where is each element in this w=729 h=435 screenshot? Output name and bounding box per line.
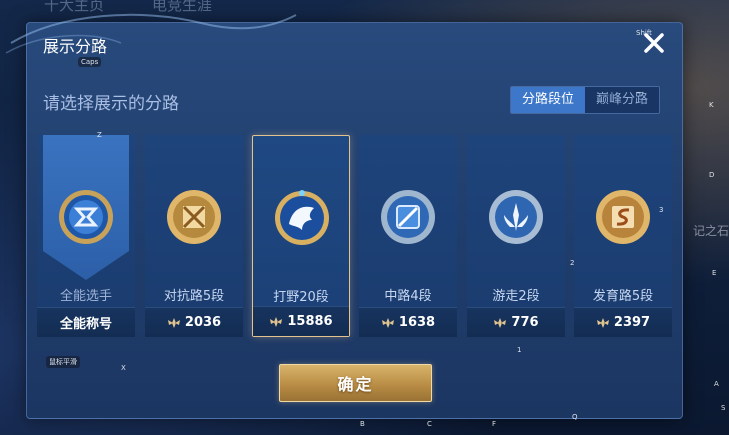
rank-wings-icon	[381, 317, 394, 328]
lane-card-clash[interactable]: 对抗路5段 2036	[145, 135, 243, 337]
hotkey-label-two: 2	[570, 259, 575, 267]
mid-lane-emblem-icon	[381, 190, 435, 244]
hotkey-label-s: S	[721, 404, 726, 412]
card-role-name: 发育路5段	[592, 289, 654, 304]
background-tab-esports: 电竞生涯	[152, 0, 213, 14]
farm-lane-emblem-icon	[596, 190, 650, 244]
hotkey-label-caps: Caps	[78, 57, 102, 67]
lane-card-farm[interactable]: 发育路5段 2397	[574, 135, 672, 337]
card-stat-value: 2036	[184, 315, 222, 330]
jungle-emblem-icon	[275, 190, 329, 245]
hotkey-label-one: 1	[517, 346, 522, 354]
card-role-name: 打野20段	[273, 290, 329, 305]
lane-card-jungle[interactable]: 打野20段 15886	[252, 135, 350, 337]
card-stat-bar: 2036	[145, 307, 243, 337]
card-stat-value: 15886	[287, 314, 333, 329]
hotkey-label-q: Q	[572, 413, 578, 421]
lane-card-all-round[interactable]: 全能选手 全能称号	[37, 135, 135, 337]
card-stat-bar: 1638	[359, 307, 457, 337]
roam-emblem-icon	[489, 190, 543, 244]
rank-wings-icon	[596, 317, 609, 328]
clash-lane-emblem-icon	[167, 190, 221, 244]
card-role-name: 游走2段	[492, 289, 540, 304]
all-round-emblem-icon	[59, 190, 113, 244]
card-stat-bar: 15886	[253, 306, 349, 336]
rank-wings-icon	[167, 317, 180, 328]
card-stat-value: 全能称号	[59, 317, 112, 332]
lane-card-roam[interactable]: 游走2段 776	[467, 135, 565, 337]
hotkey-label-shift: Shift	[636, 29, 652, 37]
card-stat-bar: 776	[467, 307, 565, 337]
hotkey-label-feature: 鼠标平滑	[46, 356, 80, 368]
hotkey-label-three: 3	[659, 206, 664, 214]
tab-peak-lane[interactable]: 巅峰分路	[584, 87, 659, 113]
display-lane-dialog: 展示分路 请选择展示的分路 分路段位 巅峰分路 全能选手 全能称号 对抗路5段 …	[5, 13, 683, 419]
hotkey-label-c: C	[427, 420, 432, 428]
card-role-name: 对抗路5段	[163, 289, 225, 304]
card-stat-value: 2397	[613, 315, 651, 330]
card-stat-bar: 全能称号	[37, 307, 135, 337]
rank-wings-icon	[494, 317, 507, 328]
rank-wings-icon	[270, 316, 283, 327]
dialog-title: 展示分路	[43, 37, 108, 56]
lane-prompt: 请选择展示的分路	[43, 94, 179, 114]
card-role-name: 中路4段	[384, 289, 432, 304]
hotkey-label-k: K	[709, 101, 714, 109]
hotkey-label-d: D	[709, 171, 715, 179]
card-role-name: 全能选手	[59, 289, 112, 304]
background-side-text: 记之石	[692, 224, 729, 238]
card-stat-value: 776	[511, 315, 539, 330]
card-stat-bar: 2397	[574, 307, 672, 337]
lane-card-mid[interactable]: 中路4段 1638	[359, 135, 457, 337]
hotkey-label-a: A	[714, 380, 719, 388]
hotkey-label-b: B	[360, 420, 365, 428]
hotkey-label-x: X	[121, 364, 126, 372]
card-stat-value: 1638	[398, 315, 436, 330]
confirm-button[interactable]: 确定	[279, 364, 432, 402]
hotkey-label-z: Z	[97, 131, 102, 139]
tab-lane-rank[interactable]: 分路段位	[510, 87, 585, 113]
hotkey-label-f: F	[492, 420, 497, 428]
hotkey-label-e: E	[712, 269, 717, 277]
hotkey-label-dash: 一	[636, 89, 643, 97]
background-tab-home: 十大主页	[44, 0, 105, 14]
